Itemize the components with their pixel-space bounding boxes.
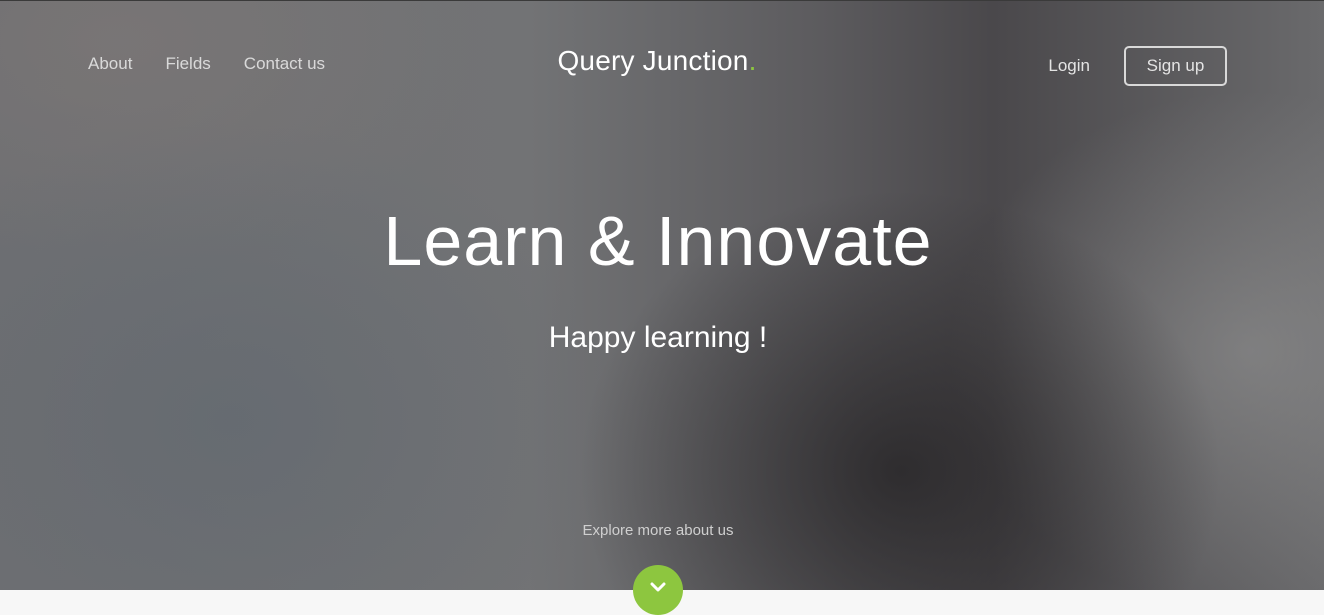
account-nav: Login Sign up — [1048, 46, 1227, 86]
explore-text: Explore more about us — [582, 522, 734, 539]
hero-headline: Learn & Innovate — [383, 202, 933, 280]
brand-name: Query Junction — [557, 45, 749, 76]
signup-button[interactable]: Sign up — [1124, 46, 1227, 86]
login-link[interactable]: Login — [1048, 56, 1090, 76]
hero-section: About Fields Contact us Query Junction. … — [0, 0, 1324, 590]
brand-dot: . — [748, 45, 757, 76]
scroll-down-button[interactable] — [633, 565, 683, 615]
hero-subline: Happy learning ! — [548, 321, 768, 354]
chevron-down-icon — [650, 582, 666, 592]
